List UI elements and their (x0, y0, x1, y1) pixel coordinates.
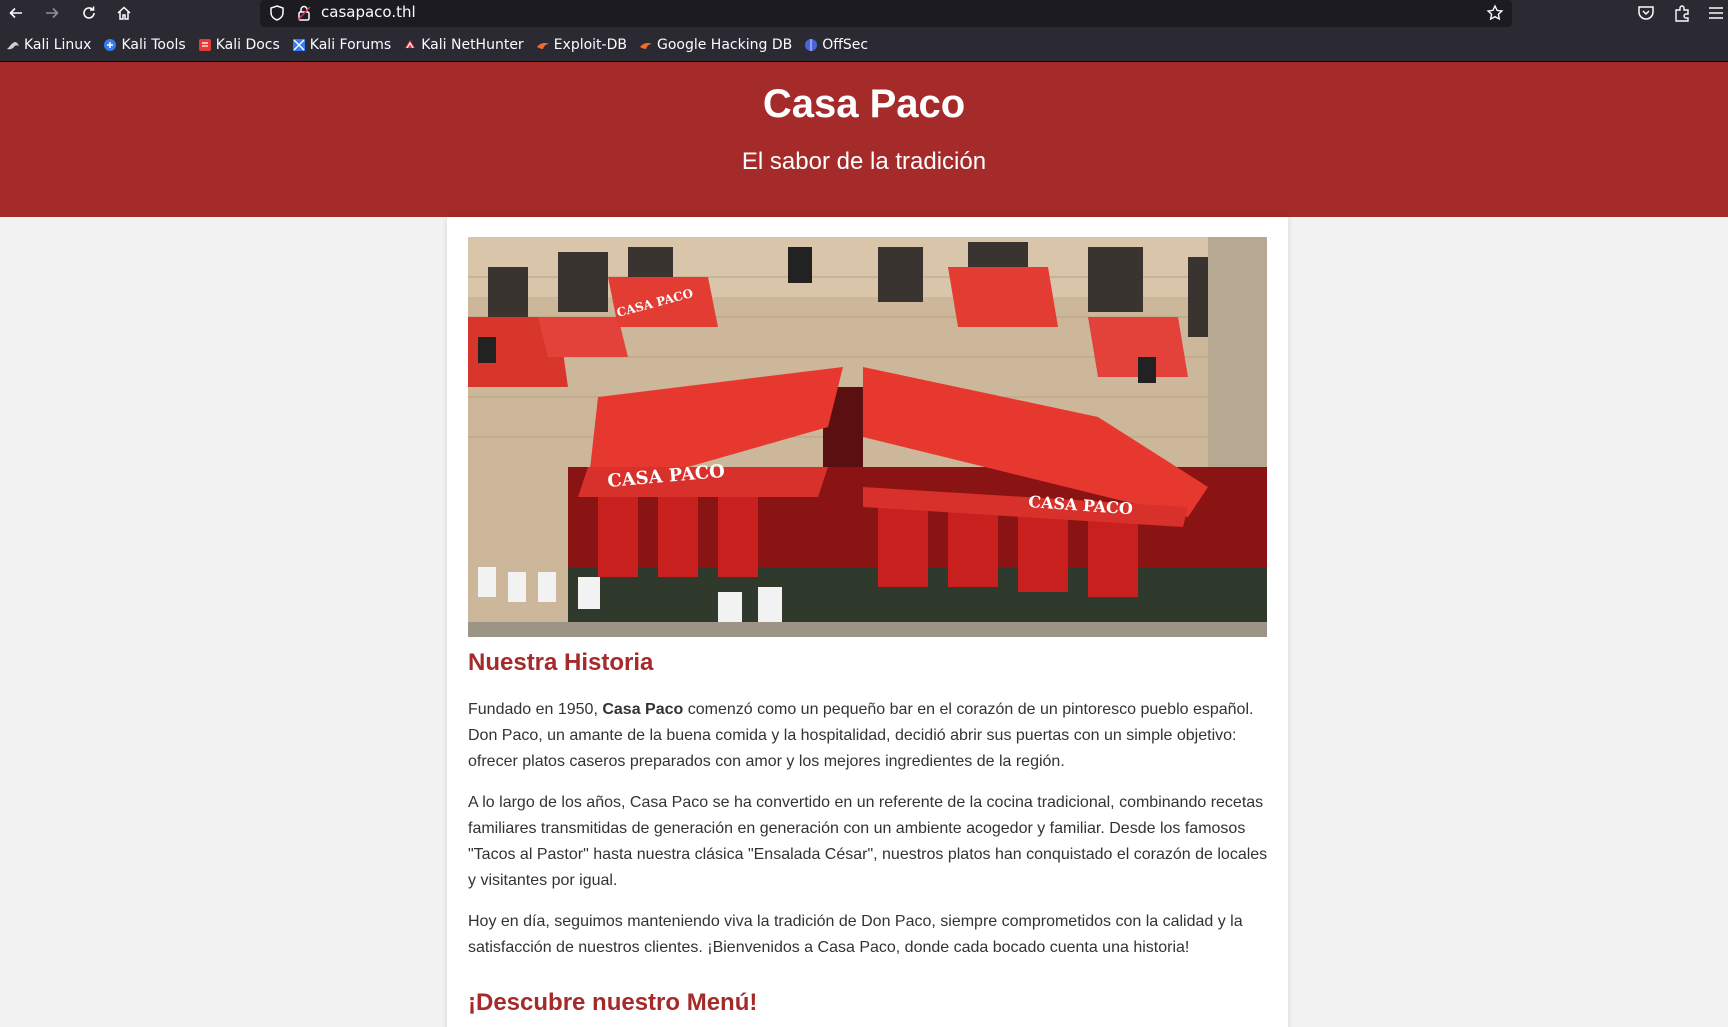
bookmark-kali-docs[interactable]: Kali Docs (198, 37, 280, 53)
offsec-icon (804, 38, 818, 52)
site-title: Casa Paco (762, 82, 966, 126)
bookmark-label: Kali Linux (24, 36, 92, 53)
lock-insecure-icon[interactable] (295, 4, 313, 22)
history-p1-bold: Casa Paco (602, 701, 684, 718)
content-container: CASA PACO CASA PACO CASA PACO Nuestra Hi… (447, 217, 1288, 1027)
bookmarks-bar: Kali Linux Kali Tools Kali Docs Kali For… (0, 28, 1728, 62)
ghdb-icon (639, 38, 653, 52)
bookmark-kali-nethunter[interactable]: Kali NetHunter (403, 36, 524, 53)
kali-nethunter-icon (403, 38, 417, 52)
bookmark-label: Exploit-DB (553, 36, 627, 53)
bookmark-label: Google Hacking DB (656, 36, 793, 53)
pocket-icon[interactable] (1636, 3, 1656, 23)
bookmark-google-hacking-db[interactable]: Google Hacking DB (639, 37, 792, 53)
bookmark-star-icon[interactable] (1486, 4, 1504, 22)
forward-button[interactable] (40, 2, 64, 24)
history-paragraph-3: Hoy en día, seguimos manteniendo viva la… (468, 913, 1243, 956)
kali-tools-icon (103, 38, 117, 52)
bookmark-label: Kali Tools (121, 36, 186, 53)
arrow-right-icon (46, 7, 59, 19)
back-button[interactable] (4, 2, 28, 24)
bookmark-label: OffSec (822, 36, 869, 53)
site-subtitle: El sabor de la tradición (741, 148, 987, 175)
reload-icon (83, 6, 95, 19)
exploit-db-icon (536, 38, 550, 52)
bookmark-kali-tools[interactable]: Kali Tools (103, 36, 186, 53)
home-button[interactable] (112, 2, 136, 24)
reload-button[interactable] (77, 2, 101, 24)
bookmark-label: Kali Docs (215, 36, 280, 53)
restaurant-photo: CASA PACO CASA PACO CASA PACO (468, 237, 1267, 637)
web-page: Casa Paco El sabor de la tradición CASA … (0, 62, 1728, 1027)
url-bar[interactable]: casapaco.thl (260, 0, 1512, 27)
history-heading: Nuestra Historia (468, 649, 654, 676)
history-paragraph-1: Fundado en 1950, Casa Paco comenzó como … (468, 697, 1268, 775)
kali-dragon-icon (6, 38, 20, 52)
history-p1-intro: Fundado en 1950, (468, 701, 603, 718)
home-icon (117, 6, 131, 20)
bookmark-kali-forums[interactable]: Kali Forums (292, 37, 391, 53)
bookmark-label: Kali Forums (309, 36, 392, 53)
bookmark-offsec[interactable]: OffSec (804, 37, 868, 53)
bookmark-label: Kali NetHunter (421, 36, 524, 53)
kali-docs-icon (198, 38, 212, 52)
bookmark-exploit-db[interactable]: Exploit-DB (536, 37, 627, 53)
browser-toolbar: casapaco.thl (0, 0, 1728, 28)
site-header: Casa Paco El sabor de la tradición (0, 62, 1728, 217)
menu-hamburger-icon[interactable] (1706, 3, 1726, 23)
arrow-left-icon (9, 7, 22, 19)
shield-icon[interactable] (268, 4, 286, 22)
menu-heading: ¡Descubre nuestro Menú! (468, 989, 758, 1016)
history-paragraph-2: A lo largo de los años, Casa Paco se ha … (468, 794, 1268, 889)
url-text[interactable]: casapaco.thl (321, 3, 416, 21)
kali-forums-icon (292, 38, 306, 52)
bookmark-kali-linux[interactable]: Kali Linux (6, 37, 91, 53)
extensions-icon[interactable] (1672, 3, 1692, 23)
